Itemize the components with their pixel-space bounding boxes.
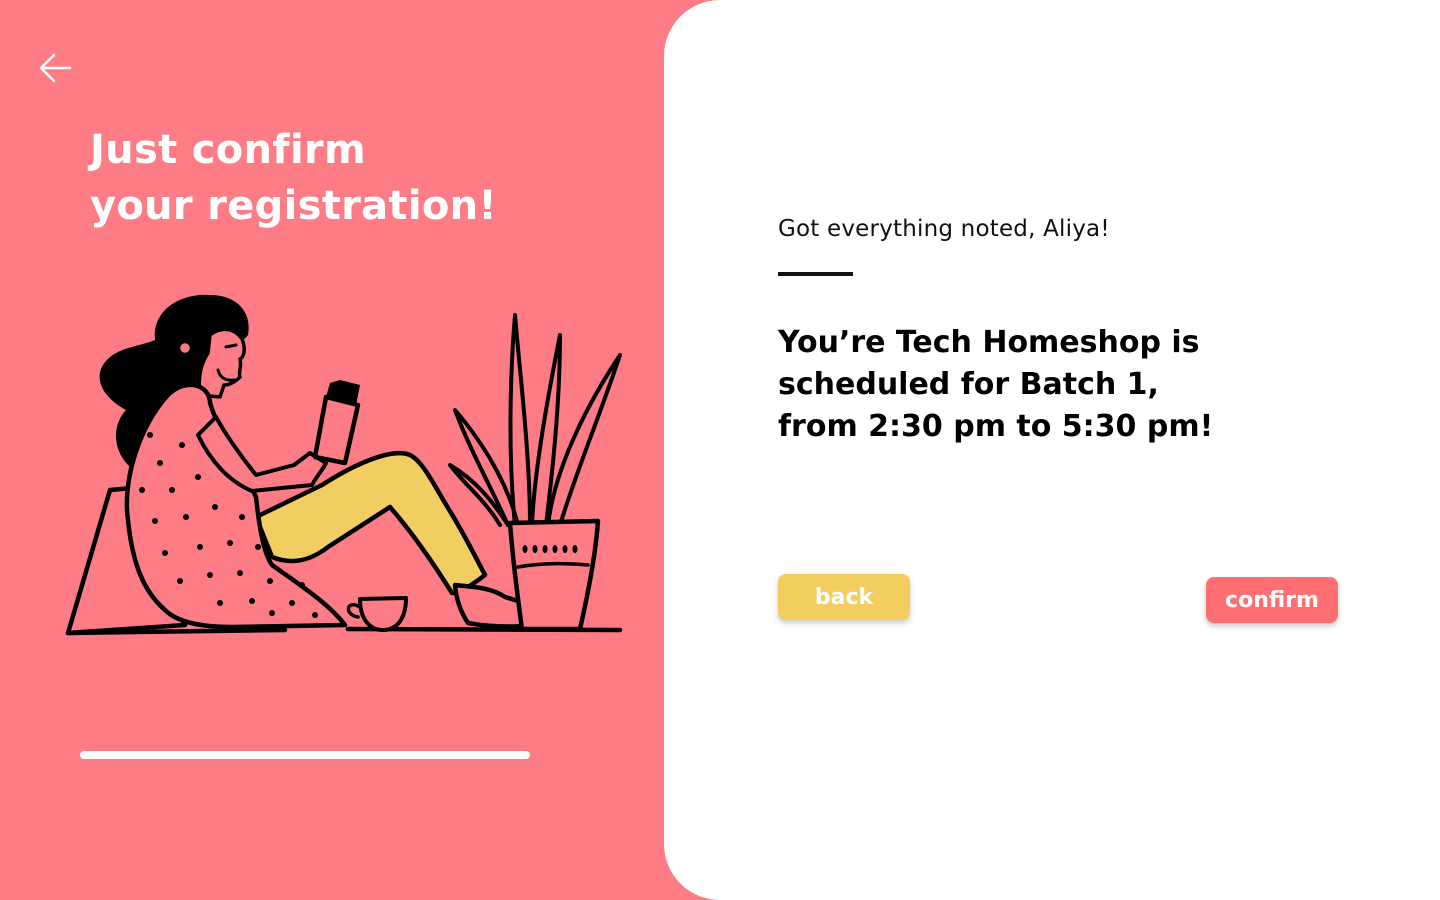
left-panel: Just confirm your registration! xyxy=(0,0,720,900)
cup xyxy=(358,596,408,632)
woman-reading-with-plant-icon xyxy=(65,294,623,636)
book xyxy=(312,394,361,466)
schedule-line-1: You’re Tech Homeshop is xyxy=(778,325,1200,360)
confirmation-card: Got everything noted, Aliya! You’re Tech… xyxy=(664,0,1440,900)
schedule-line-3: from 2:30 pm to 5:30 pm! xyxy=(778,409,1214,444)
plant-leaves xyxy=(448,313,622,527)
greeting-text: Got everything noted, Aliya! xyxy=(778,216,1110,242)
divider xyxy=(778,272,853,276)
page-title: Just confirm your registration! xyxy=(90,122,497,234)
schedule-line-2: scheduled for Batch 1, xyxy=(778,367,1159,402)
schedule-summary: You’re Tech Homeshop is scheduled for Ba… xyxy=(778,322,1298,448)
page-title-line-1: Just confirm xyxy=(90,127,367,173)
back-button[interactable]: back xyxy=(778,574,910,620)
progress-bar xyxy=(80,751,530,759)
page-title-line-2: your registration! xyxy=(90,183,497,229)
progress-bar-fill xyxy=(80,751,530,759)
registration-confirm-screen: Just confirm your registration! Got ever… xyxy=(0,0,1440,900)
arrow-left-icon[interactable] xyxy=(36,48,76,88)
plant-pot xyxy=(507,518,601,632)
confirm-button[interactable]: confirm xyxy=(1206,577,1338,623)
